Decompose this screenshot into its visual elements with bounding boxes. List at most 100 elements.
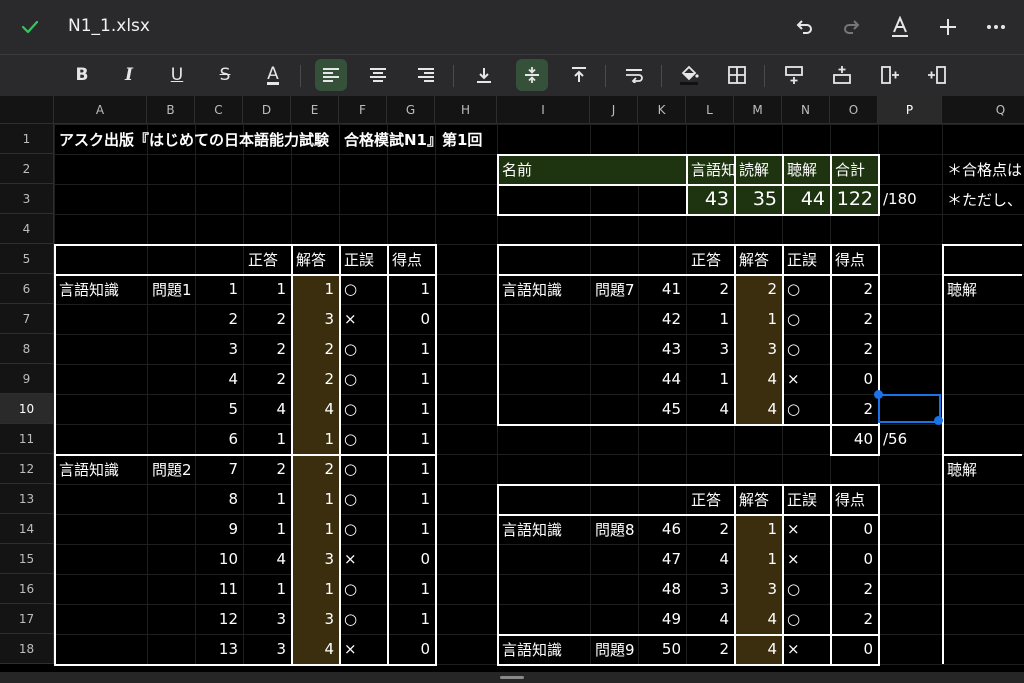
mid_table_b-answer[interactable]: 1 (734, 544, 782, 574)
summary-header-reading[interactable]: 読解 (734, 154, 782, 184)
left_table-correct[interactable]: 1 (243, 514, 291, 544)
mid_table_a-header-score[interactable]: 得点 (830, 244, 878, 274)
left_table-result[interactable]: × (339, 304, 387, 334)
row-header-9[interactable]: 9 (0, 364, 54, 394)
mid_table_b-correct[interactable]: 4 (686, 604, 734, 634)
mid_table_b-header-answer[interactable]: 解答 (734, 484, 782, 514)
row-header-13[interactable]: 13 (0, 484, 54, 514)
column-header-b[interactable]: B (147, 96, 195, 124)
left_table-header-correct[interactable]: 正答 (243, 244, 291, 274)
mid_table_b-problem[interactable]: 問題9 (590, 634, 638, 664)
left_table-result[interactable]: ○ (339, 604, 387, 634)
column-header-i[interactable]: I (497, 96, 590, 124)
left_table-answer[interactable]: 1 (291, 424, 339, 454)
mid_table_a-question-no[interactable]: 45 (638, 394, 686, 424)
mid-table-a-subtotal-max[interactable]: /56 (878, 424, 942, 454)
row-header-2[interactable]: 2 (0, 154, 54, 184)
column-header-l[interactable]: L (686, 96, 734, 124)
note-pass-score[interactable]: ＊合格点は (942, 154, 1024, 184)
row-header-7[interactable]: 7 (0, 304, 54, 334)
left_table-header-answer[interactable]: 解答 (291, 244, 339, 274)
left_table-score[interactable]: 1 (387, 394, 435, 424)
left_table-header-score[interactable]: 得点 (387, 244, 435, 274)
left_table-score[interactable]: 1 (387, 574, 435, 604)
mid_table_b-answer[interactable]: 3 (734, 574, 782, 604)
mid_table_b-section[interactable]: 言語知識 (497, 634, 590, 664)
mid_table_b-problem[interactable]: 問題8 (590, 514, 638, 544)
mid_table_b-score[interactable]: 0 (830, 514, 878, 544)
column-header-g[interactable]: G (387, 96, 435, 124)
redo-icon[interactable] (838, 13, 866, 41)
valign-top-button[interactable] (563, 59, 595, 91)
mid_table_b-score[interactable]: 0 (830, 544, 878, 574)
ellipsis-icon[interactable] (982, 13, 1010, 41)
mid_table_b-score[interactable]: 0 (830, 634, 878, 664)
mid_table_a-score[interactable]: 0 (830, 364, 878, 394)
left_table-correct[interactable]: 4 (243, 544, 291, 574)
underline-button[interactable]: U (161, 59, 193, 91)
left_table-question-no[interactable]: 5 (195, 394, 243, 424)
mid_table_a-result[interactable]: ○ (782, 274, 830, 304)
row-header-17[interactable]: 17 (0, 604, 54, 634)
spreadsheet-grid[interactable]: ABCDEFGHIJKLMNOPQ 1 2 3 4 5 6 7 8 9 10 11 12 13 14 15 1… (0, 96, 1024, 683)
row-header-12[interactable]: 12 (0, 454, 54, 484)
mid_table_a-correct[interactable]: 3 (686, 334, 734, 364)
mid_table_b-score[interactable]: 2 (830, 574, 878, 604)
valign-bottom-button[interactable] (468, 59, 500, 91)
mid_table_b-answer[interactable]: 4 (734, 604, 782, 634)
fill-color-button[interactable] (673, 59, 705, 91)
left_table-answer[interactable]: 1 (291, 514, 339, 544)
column-header-m[interactable]: M (734, 96, 782, 124)
left_table-section[interactable]: 言語知識 (54, 454, 147, 484)
left_table-score[interactable]: 1 (387, 514, 435, 544)
left_table-result[interactable]: × (339, 544, 387, 574)
column-header-a[interactable]: A (54, 96, 147, 124)
row-header-10[interactable]: 10 (0, 394, 54, 424)
left_table-result[interactable]: ○ (339, 394, 387, 424)
column-header-o[interactable]: O (830, 96, 878, 124)
mid_table_b-question-no[interactable]: 49 (638, 604, 686, 634)
summary-header-listening[interactable]: 聴解 (782, 154, 830, 184)
mid_table_b-correct[interactable]: 4 (686, 544, 734, 574)
mid_table_a-answer[interactable]: 3 (734, 334, 782, 364)
row-header-18[interactable]: 18 (0, 634, 54, 664)
summary-value-total[interactable]: 122 (830, 184, 878, 214)
left_table-answer[interactable]: 2 (291, 334, 339, 364)
left_table-score[interactable]: 1 (387, 364, 435, 394)
checkmark-icon[interactable] (16, 13, 44, 41)
left_table-score[interactable]: 0 (387, 634, 435, 664)
left_table-result[interactable]: ○ (339, 454, 387, 484)
strikethrough-button[interactable]: S (209, 59, 241, 91)
row-header-8[interactable]: 8 (0, 334, 54, 364)
left_table-score[interactable]: 1 (387, 484, 435, 514)
note-however[interactable]: ＊ただし、 (942, 184, 1024, 214)
right-label-listening[interactable]: 聴解 (942, 274, 1024, 304)
mid_table_b-result[interactable]: ○ (782, 604, 830, 634)
text-format-icon[interactable] (886, 13, 914, 41)
insert-column-right-button[interactable] (874, 59, 906, 91)
mid_table_a-correct[interactable]: 2 (686, 274, 734, 304)
align-right-button[interactable] (410, 59, 442, 91)
mid_table_b-score[interactable]: 2 (830, 604, 878, 634)
left_table-question-no[interactable]: 3 (195, 334, 243, 364)
left_table-result[interactable]: ○ (339, 484, 387, 514)
align-center-button[interactable] (362, 59, 394, 91)
mid_table_a-question-no[interactable]: 41 (638, 274, 686, 304)
mid_table_b-answer[interactable]: 4 (734, 634, 782, 664)
left_table-question-no[interactable]: 6 (195, 424, 243, 454)
mid_table_a-result[interactable]: × (782, 364, 830, 394)
left_table-score[interactable]: 1 (387, 604, 435, 634)
column-header-n[interactable]: N (782, 96, 830, 124)
right-label-listening[interactable]: 聴解 (942, 454, 1024, 484)
mid_table_b-question-no[interactable]: 50 (638, 634, 686, 664)
left_table-correct[interactable]: 1 (243, 274, 291, 304)
cell-selection[interactable] (874, 390, 943, 425)
left_table-score[interactable]: 1 (387, 454, 435, 484)
row-header-1[interactable]: 1 (0, 124, 54, 154)
summary-max-total[interactable]: /180 (878, 184, 942, 214)
left_table-answer[interactable]: 2 (291, 454, 339, 484)
left_table-correct[interactable]: 1 (243, 574, 291, 604)
undo-icon[interactable] (790, 13, 818, 41)
mid_table_a-header-result[interactable]: 正誤 (782, 244, 830, 274)
left_table-question-no[interactable]: 12 (195, 604, 243, 634)
